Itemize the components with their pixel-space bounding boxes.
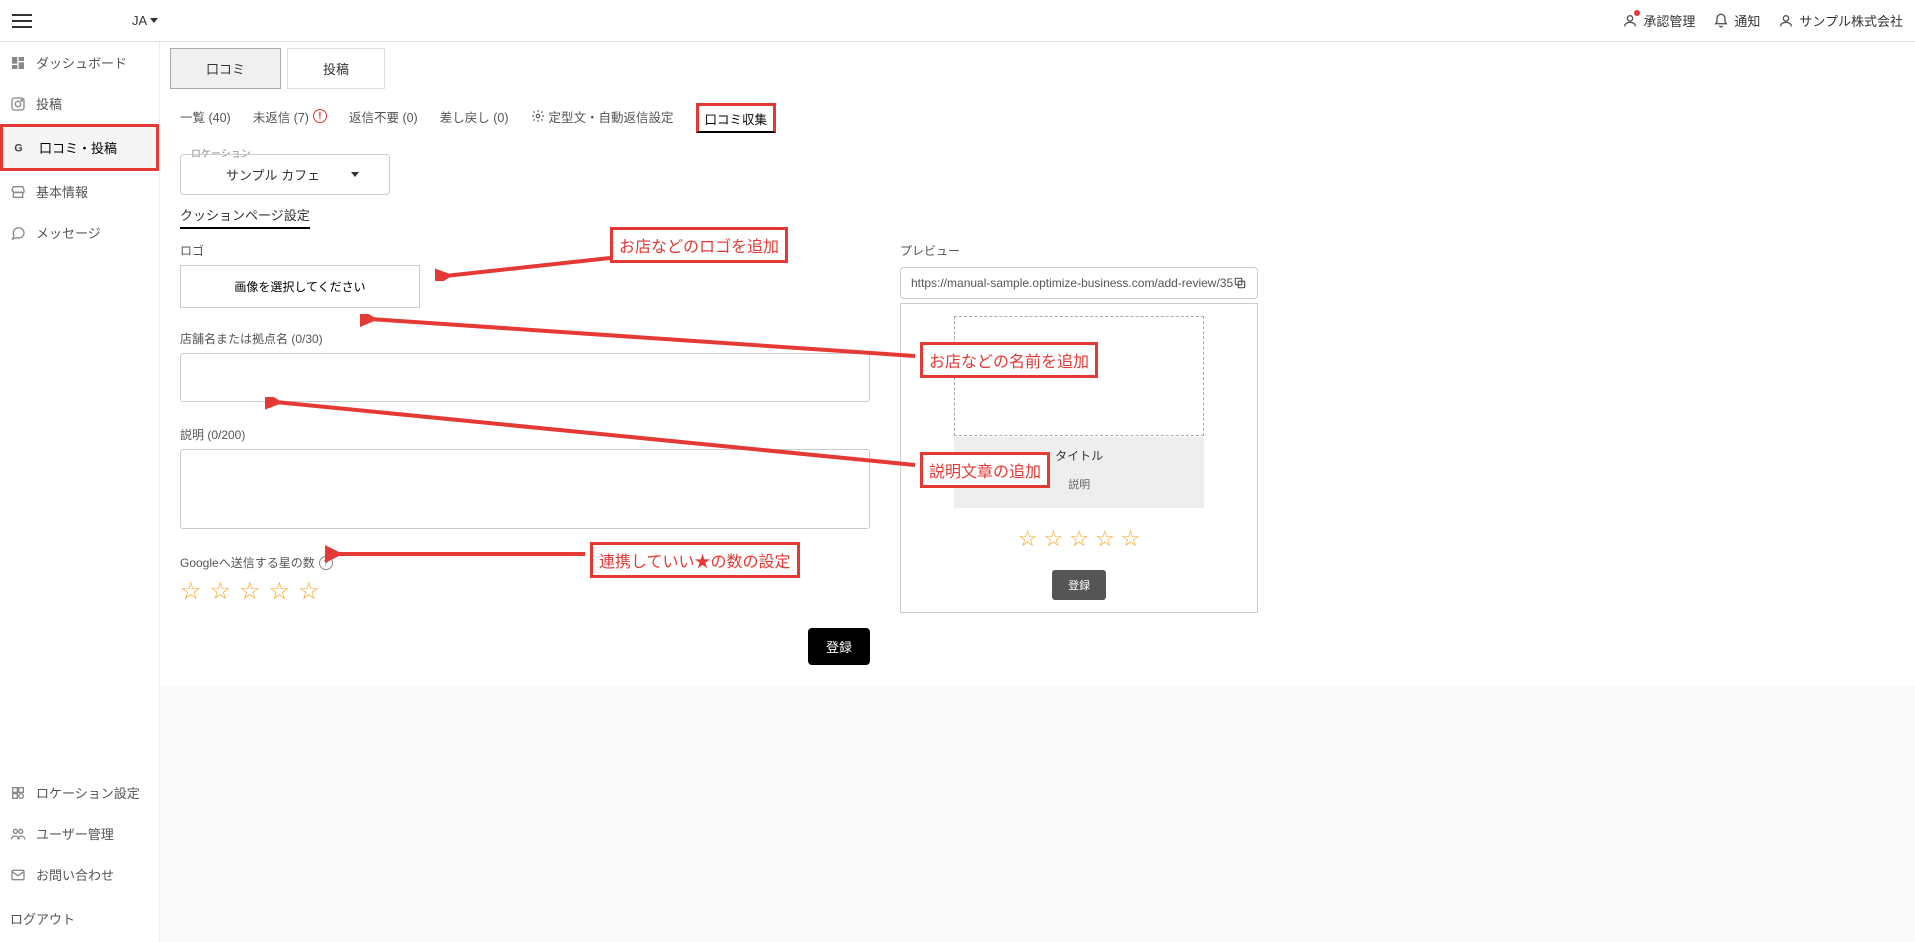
arrow-icon <box>325 544 590 564</box>
language-label: JA <box>132 13 147 28</box>
sidebar-label: お問い合わせ <box>36 865 114 884</box>
copy-icon[interactable] <box>1233 276 1247 290</box>
notification-label: 通知 <box>1734 11 1760 30</box>
star-5[interactable]: ☆ <box>298 577 320 606</box>
preview-url-box: https://manual-sample.optimize-business.… <box>900 267 1258 299</box>
sidebar: ダッシュボード 投稿 G 口コミ・投稿 基本情報 メッセージ ロケーショ <box>0 42 160 942</box>
star-icon: ☆ <box>1043 526 1063 552</box>
sidebar-item-logout[interactable]: ログアウト <box>0 895 159 942</box>
sidebar-label: ロケーション設定 <box>36 783 140 802</box>
star-icon: ☆ <box>1018 526 1038 552</box>
tab-review[interactable]: 口コミ <box>170 48 281 89</box>
sidebar-item-post[interactable]: 投稿 <box>0 83 159 124</box>
company-menu[interactable]: サンプル株式会社 <box>1778 11 1903 30</box>
store-icon <box>10 184 26 200</box>
submit-button[interactable]: 登録 <box>808 628 870 665</box>
star-icon: ☆ <box>1069 526 1089 552</box>
google-icon: G <box>13 140 29 156</box>
tab-template[interactable]: 定型文・自動返信設定 <box>531 107 674 130</box>
primary-tabs: 口コミ 投稿 <box>160 42 1915 89</box>
user-icon <box>1778 13 1794 29</box>
language-selector[interactable]: JA <box>132 13 158 28</box>
sidebar-label: 投稿 <box>36 94 62 113</box>
tab-label: 未返信 (7) <box>253 107 309 126</box>
sidebar-item-review-post[interactable]: G 口コミ・投稿 <box>0 124 159 171</box>
chat-icon <box>10 225 26 241</box>
select-image-button[interactable]: 画像を選択してください <box>180 265 420 308</box>
arrow-icon <box>360 314 920 364</box>
sidebar-label: ログアウト <box>10 912 75 927</box>
sidebar-label: 口コミ・投稿 <box>39 138 117 157</box>
sidebar-item-basic-info[interactable]: 基本情報 <box>0 171 159 212</box>
users-icon <box>10 826 26 842</box>
annotation-name: お店などの名前を追加 <box>920 342 1098 378</box>
dashboard-icon <box>10 55 26 71</box>
tab-unreplied[interactable]: 未返信 (7) ! <box>253 107 327 130</box>
bell-icon <box>1713 13 1729 29</box>
approval-icon <box>1622 13 1638 29</box>
tab-list[interactable]: 一覧 (40) <box>180 107 231 130</box>
preview-submit-button: 登録 <box>1052 570 1106 600</box>
annotation-desc: 説明文章の追加 <box>920 452 1050 488</box>
location-icon <box>10 785 26 801</box>
sidebar-label: ダッシュボード <box>36 53 127 72</box>
approval-link[interactable]: 承認管理 <box>1622 11 1695 30</box>
preview-stars: ☆ ☆ ☆ ☆ ☆ <box>1018 526 1141 552</box>
star-4[interactable]: ☆ <box>269 577 291 606</box>
topbar: JA 承認管理 通知 サンプル株式会社 <box>0 0 1915 42</box>
tab-rejected[interactable]: 差し戻し (0) <box>440 107 509 130</box>
sidebar-item-dashboard[interactable]: ダッシュボード <box>0 42 159 83</box>
location-value: サンプル カフェ <box>195 165 351 184</box>
tab-label: 定型文・自動返信設定 <box>549 107 674 126</box>
annotation-stars: 連携していい★の数の設定 <box>590 542 800 578</box>
preview-label: プレビュー <box>900 242 1258 259</box>
secondary-tabs: 一覧 (40) 未返信 (7) ! 返信不要 (0) 差し戻し (0) 定型文・… <box>160 89 1915 133</box>
star-3[interactable]: ☆ <box>239 577 261 606</box>
tab-collect[interactable]: 口コミ収集 <box>696 103 777 133</box>
svg-text:G: G <box>14 142 22 154</box>
star-icon: ☆ <box>1121 526 1141 552</box>
menu-icon[interactable] <box>12 14 32 28</box>
company-label: サンプル株式会社 <box>1799 11 1903 30</box>
star-1[interactable]: ☆ <box>180 577 202 606</box>
star-2[interactable]: ☆ <box>210 577 232 606</box>
star-rating: ☆ ☆ ☆ ☆ ☆ <box>180 577 870 606</box>
gear-icon <box>531 109 545 123</box>
arrow-icon <box>265 397 920 472</box>
tab-post[interactable]: 投稿 <box>287 48 385 89</box>
sidebar-label: ユーザー管理 <box>36 824 114 843</box>
notification-link[interactable]: 通知 <box>1713 11 1760 30</box>
form-panel: ロゴ 画像を選択してください 店舗名または拠点名 (0/30) 説明 (0/20… <box>180 242 870 665</box>
sidebar-item-location-setting[interactable]: ロケーション設定 <box>0 772 159 813</box>
sidebar-label: メッセージ <box>36 223 101 242</box>
sidebar-item-inquiry[interactable]: お問い合わせ <box>0 854 159 895</box>
sidebar-item-message[interactable]: メッセージ <box>0 212 159 253</box>
approval-label: 承認管理 <box>1643 11 1695 30</box>
subtab-label[interactable]: クッションページ設定 <box>180 208 310 229</box>
star-icon: ☆ <box>1095 526 1115 552</box>
cushion-page-subtab: クッションページ設定 <box>160 195 1915 224</box>
mail-icon <box>10 867 26 883</box>
arrow-icon <box>435 256 615 281</box>
sidebar-item-user-mgmt[interactable]: ユーザー管理 <box>0 813 159 854</box>
annotation-logo: お店などのロゴを追加 <box>610 227 788 263</box>
alert-icon: ! <box>313 109 327 123</box>
caret-down-icon <box>150 18 158 23</box>
instagram-icon <box>10 96 26 112</box>
caret-down-icon <box>351 172 359 177</box>
preview-url: https://manual-sample.optimize-business.… <box>911 276 1233 290</box>
tab-noreply[interactable]: 返信不要 (0) <box>349 107 418 130</box>
sidebar-label: 基本情報 <box>36 182 88 201</box>
main-content: 口コミ 投稿 一覧 (40) 未返信 (7) ! 返信不要 (0) 差し戻し (… <box>160 42 1915 942</box>
location-select[interactable]: サンプル カフェ <box>180 154 390 195</box>
stars-label-text: Googleへ送信する星の数 <box>180 554 315 571</box>
